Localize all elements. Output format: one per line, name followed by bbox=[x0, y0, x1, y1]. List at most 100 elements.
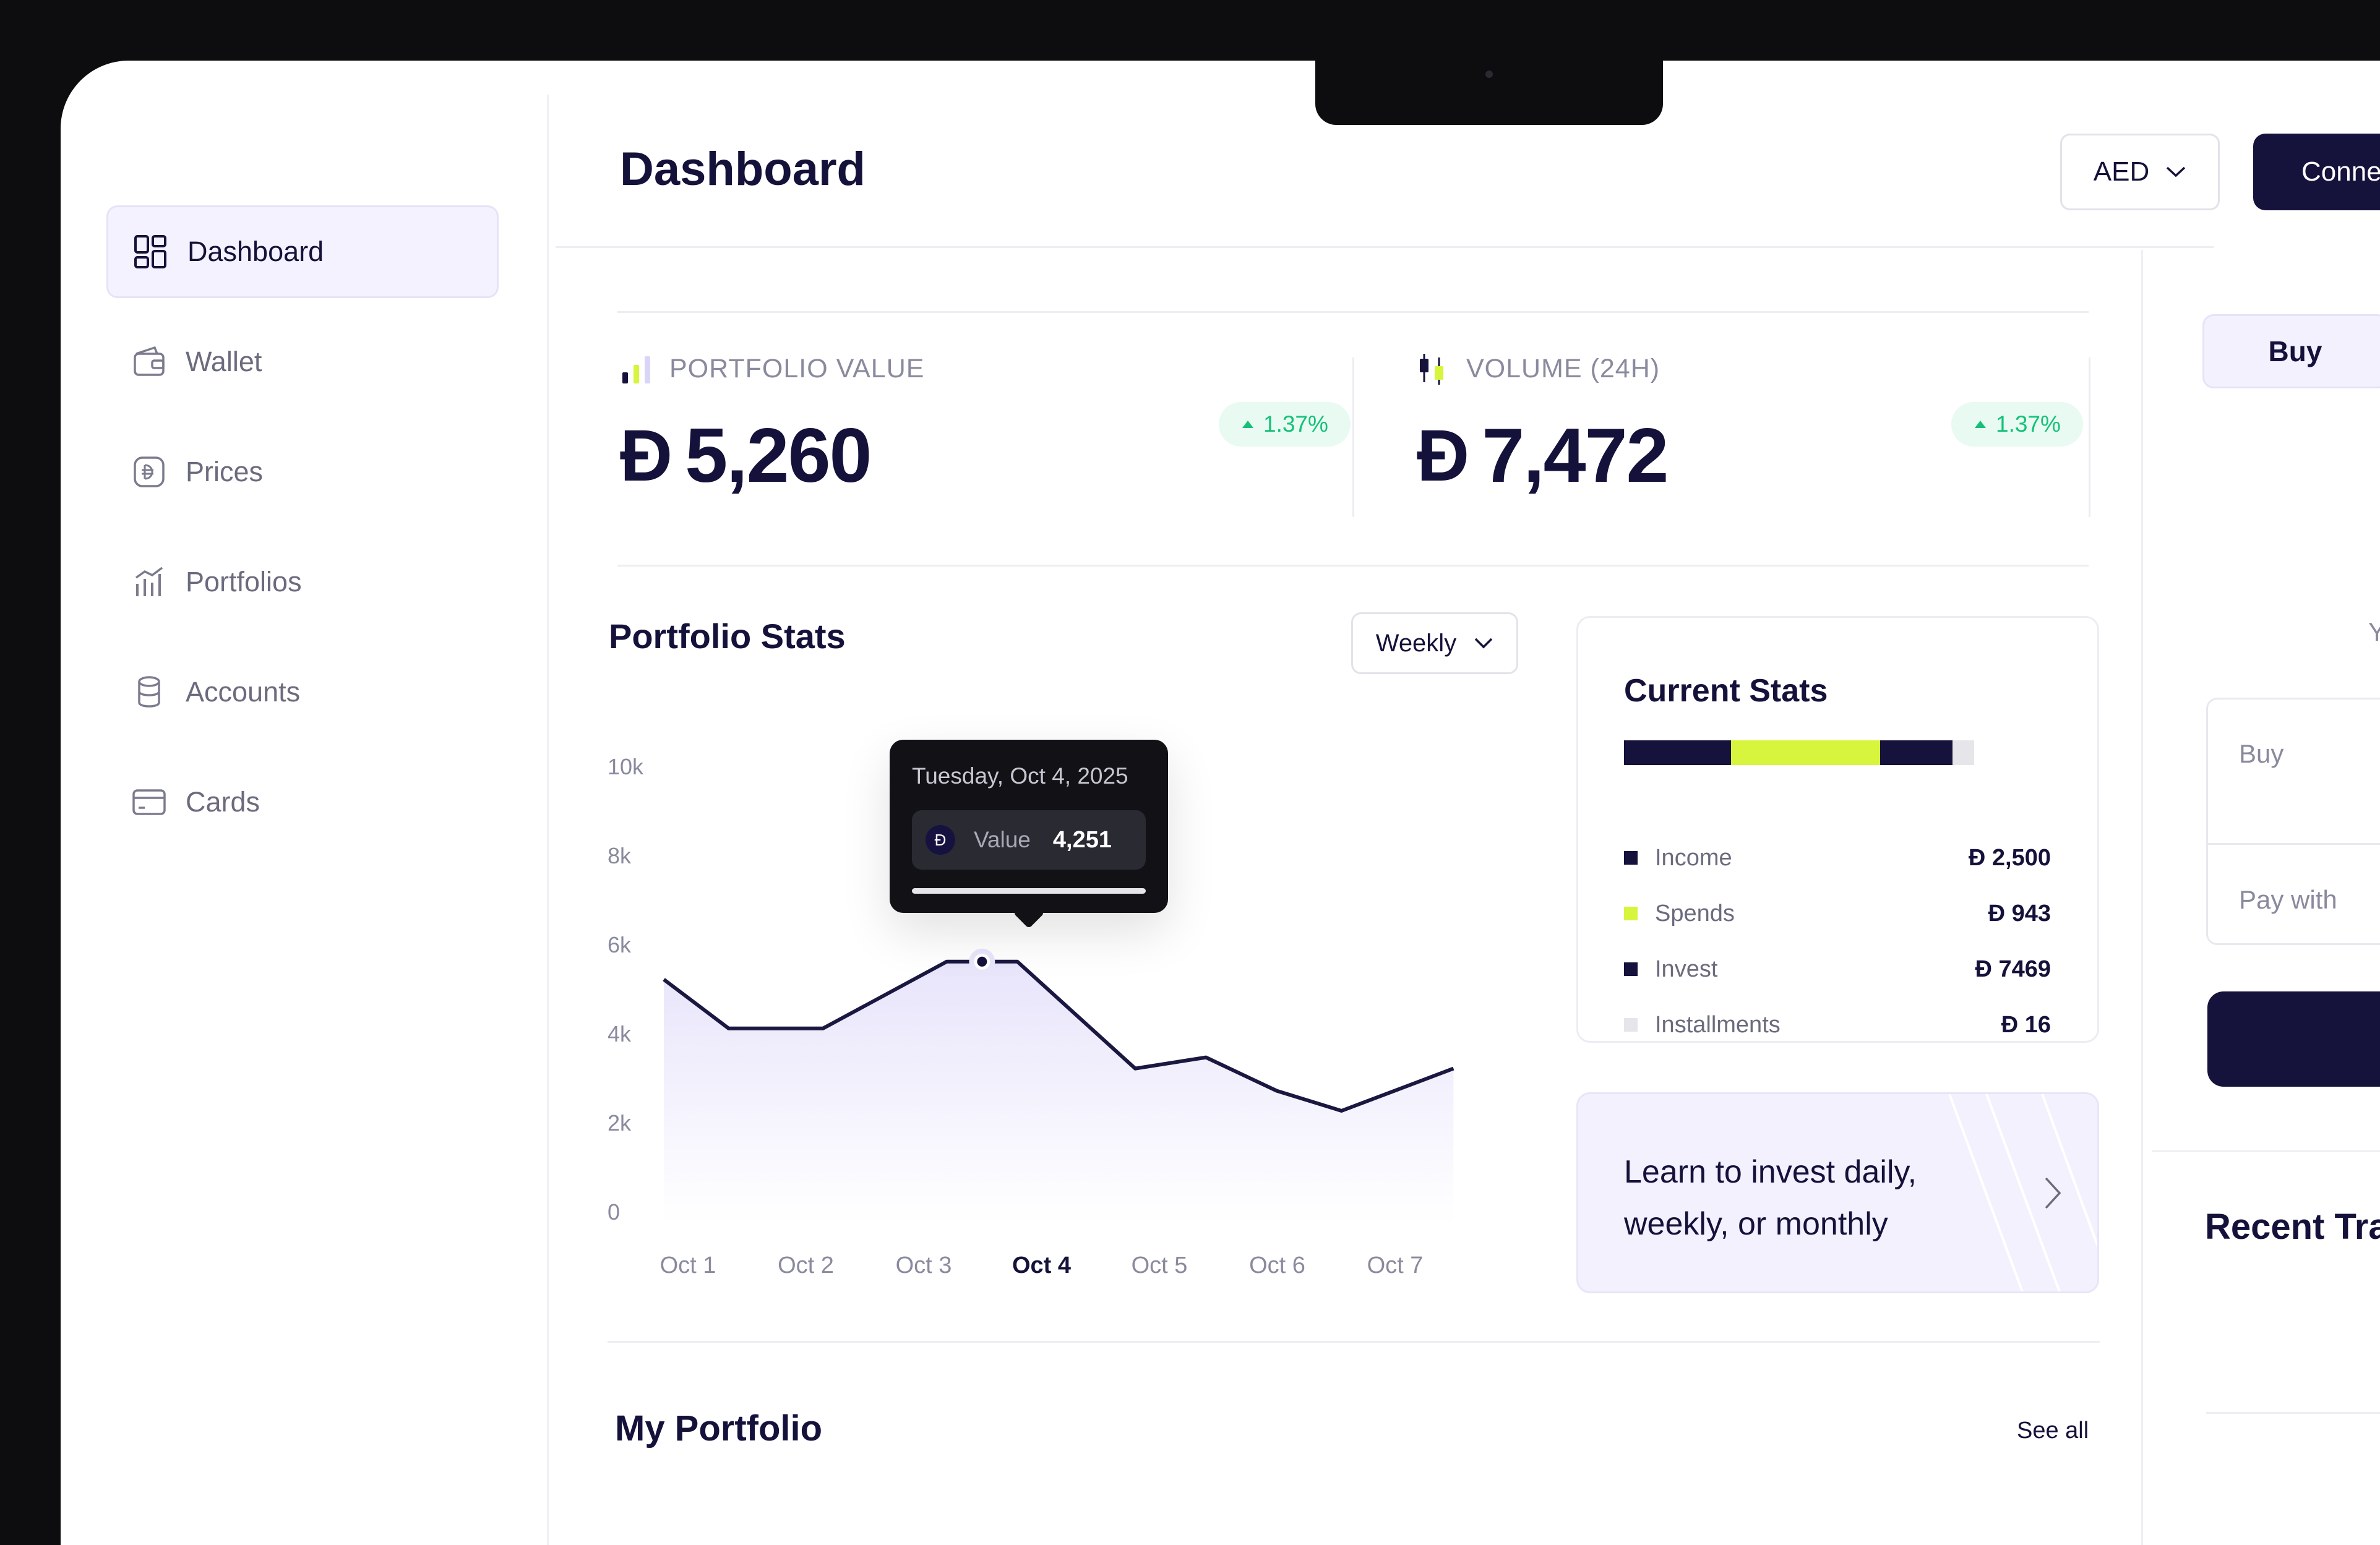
portfolio-chart-icon bbox=[130, 563, 168, 601]
sidebar-item-dashboard[interactable]: Dashboard bbox=[106, 205, 499, 298]
volume-card: VOLUME (24H) Ð 7,472 1.37% bbox=[1417, 351, 2085, 537]
metric-divider bbox=[2089, 357, 2090, 517]
sidebar-item-label: Cards bbox=[186, 786, 260, 818]
learn-invest-card[interactable]: Learn to invest daily, weekly, or monthl… bbox=[1576, 1092, 2099, 1293]
trade-form-divider bbox=[2208, 843, 2380, 845]
sidebar-item-label: Wallet bbox=[186, 346, 262, 377]
stat-swatch bbox=[1624, 907, 1638, 920]
metric-label: VOLUME (24H) bbox=[1417, 351, 2085, 386]
dirham-coin-icon bbox=[130, 453, 168, 491]
decorative-lines bbox=[1949, 1094, 2097, 1291]
bar-chart-icon bbox=[622, 356, 650, 383]
currency-symbol: Ð bbox=[620, 415, 672, 497]
stats-bar-segment-installments bbox=[1953, 740, 1974, 765]
stat-amount: Ð 16 bbox=[2001, 1011, 2051, 1038]
stat-name: Spends bbox=[1655, 900, 1735, 927]
stats-bar-segment-invest bbox=[1880, 740, 1953, 765]
stat-name: Installments bbox=[1655, 1011, 1781, 1038]
database-icon bbox=[130, 673, 168, 711]
recent-divider-bottom bbox=[2206, 1412, 2380, 1414]
sidebar-item-prices[interactable]: Prices bbox=[106, 426, 499, 518]
chart-point-dot bbox=[977, 956, 987, 967]
stats-bar-segment-income bbox=[1624, 740, 1731, 765]
range-select[interactable]: Weekly bbox=[1351, 612, 1518, 674]
tooltip-date: Tuesday, Oct 4, 2025 bbox=[912, 763, 1128, 789]
y-tick-label: 10k bbox=[608, 754, 644, 779]
stat-name: Invest bbox=[1655, 956, 1718, 982]
device-frame: Dashboard Wallet Prices Portfolios Accou… bbox=[0, 0, 2380, 1545]
y-tick-label: 2k bbox=[608, 1110, 632, 1136]
y-tick-label: 0 bbox=[608, 1199, 620, 1225]
currency-value: AED bbox=[2093, 156, 2150, 187]
stat-amount: Ð 7469 bbox=[1975, 956, 2051, 982]
tab-buy[interactable]: Buy bbox=[2202, 314, 2380, 388]
x-tick-label: Oct 5 bbox=[1132, 1252, 1188, 1278]
x-tick-label: Oct 2 bbox=[778, 1252, 834, 1278]
chevron-down-icon bbox=[1474, 638, 1493, 649]
stat-row-invest: Invest Ð 7469 bbox=[1624, 951, 2051, 988]
x-axis: Oct 1 Oct 2 Oct 3 Oct 4 Oct 5 Oct 6 Oct 7 bbox=[660, 1252, 1424, 1278]
page-title: Dashboard bbox=[620, 143, 866, 195]
tooltip-value: 4,251 bbox=[1052, 826, 1112, 853]
my-portfolio-title: My Portfolio bbox=[615, 1408, 823, 1449]
sidebar-item-wallet[interactable]: Wallet bbox=[106, 315, 499, 408]
sidebar-item-cards[interactable]: Cards bbox=[106, 756, 499, 849]
see-all-link[interactable]: See all bbox=[2017, 1418, 2089, 1444]
stat-swatch bbox=[1624, 962, 1638, 976]
currency-symbol: Ð bbox=[1417, 415, 1469, 497]
pay-with-field[interactable]: Pay with bbox=[2239, 885, 2337, 915]
range-value: Weekly bbox=[1375, 629, 1457, 657]
connect-label: Conne bbox=[2301, 156, 2380, 187]
trade-panel-divider bbox=[2141, 250, 2143, 1545]
grid-icon bbox=[132, 233, 170, 271]
x-tick-label: Oct 4 bbox=[1012, 1252, 1071, 1278]
camera-notch bbox=[1315, 56, 1663, 125]
sidebar-item-accounts[interactable]: Accounts bbox=[106, 646, 499, 738]
wallet-icon bbox=[130, 343, 168, 381]
y-tick-label: 8k bbox=[608, 843, 632, 868]
metric-label: PORTFOLIO VALUE bbox=[620, 351, 1350, 386]
trade-submit-button[interactable] bbox=[2207, 991, 2380, 1087]
currency-select[interactable]: AED bbox=[2060, 134, 2220, 210]
stat-name: Income bbox=[1655, 844, 1732, 871]
metric-divider bbox=[1352, 357, 1354, 517]
tooltip-bar bbox=[912, 888, 1146, 894]
x-tick-label: Oct 3 bbox=[896, 1252, 952, 1278]
stats-bar-segment-spends bbox=[1730, 740, 1880, 765]
trade-hint-text: Y bbox=[2368, 617, 2380, 646]
portfolio-value-card: PORTFOLIO VALUE Ð 5,260 1.37% bbox=[620, 351, 1351, 537]
sidebar-item-label: Accounts bbox=[186, 676, 301, 708]
current-stats-card: Current Stats Income Ð 2,500 Spends Ð 94… bbox=[1576, 616, 2099, 1043]
current-stats-title: Current Stats bbox=[1624, 673, 1828, 709]
chevron-down-icon bbox=[2167, 166, 2186, 178]
x-tick-label: Oct 6 bbox=[1249, 1252, 1305, 1278]
buy-field[interactable]: Buy bbox=[2239, 739, 2283, 769]
stat-row-spends: Spends Ð 943 bbox=[1624, 895, 2051, 932]
sidebar-item-label: Prices bbox=[186, 456, 264, 487]
header-divider bbox=[556, 246, 2214, 248]
portfolio-stats-title: Portfolio Stats bbox=[609, 617, 846, 656]
y-tick-label: 4k bbox=[608, 1021, 632, 1046]
sidebar-divider bbox=[547, 95, 549, 1545]
sidebar: Dashboard Wallet Prices Portfolios Accou… bbox=[61, 61, 547, 1545]
chart-tooltip: Tuesday, Oct 4, 2025 Ð Value 4,251 bbox=[890, 740, 1168, 929]
card-icon bbox=[130, 783, 168, 821]
connect-wallet-button[interactable]: Conne bbox=[2253, 134, 2380, 210]
stat-amount: Ð 943 bbox=[1988, 900, 2051, 927]
chevron-right-icon bbox=[2045, 1177, 2061, 1209]
sidebar-item-label: Portfolios bbox=[186, 566, 302, 597]
camera-icon bbox=[1485, 71, 1493, 78]
recent-divider bbox=[2152, 1150, 2380, 1152]
delta-badge: 1.37% bbox=[1951, 402, 2083, 447]
delta-badge: 1.37% bbox=[1219, 402, 1351, 447]
sidebar-item-label: Dashboard bbox=[187, 236, 324, 267]
stat-swatch bbox=[1624, 1018, 1638, 1032]
x-tick-label: Oct 1 bbox=[660, 1252, 716, 1278]
trade-form: Buy Pay with bbox=[2206, 698, 2380, 945]
candlestick-icon bbox=[1420, 354, 1443, 385]
tooltip-row: Ð Value 4,251 bbox=[912, 810, 1146, 870]
learn-text: Learn to invest daily, weekly, or monthl… bbox=[1624, 1154, 1917, 1242]
dirham-coin-icon: Ð bbox=[926, 825, 955, 855]
arrow-up-icon bbox=[1242, 421, 1253, 428]
sidebar-item-portfolios[interactable]: Portfolios bbox=[106, 536, 499, 628]
